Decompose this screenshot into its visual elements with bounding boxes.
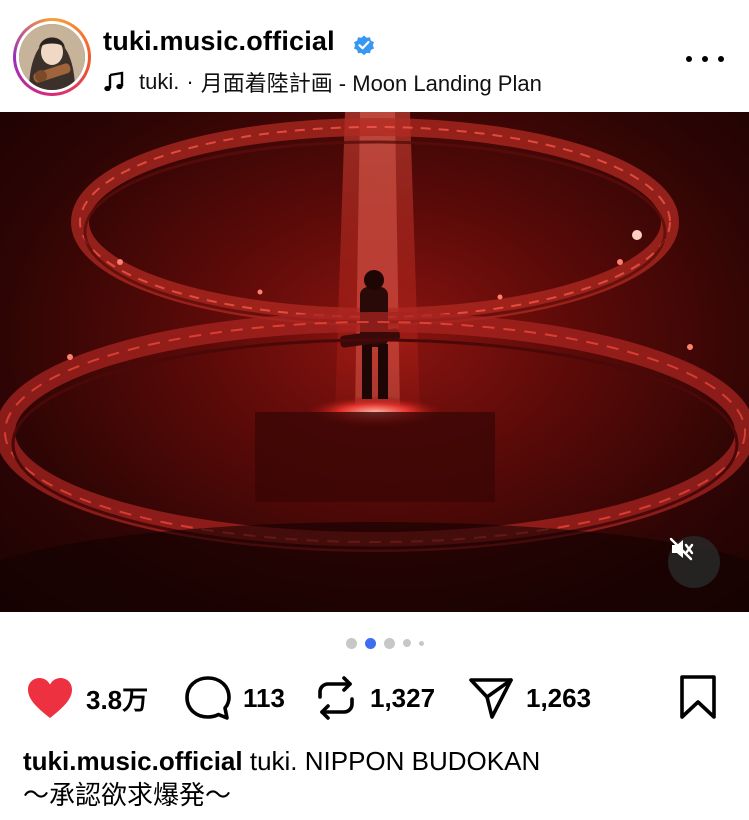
like-action: 3.8万 xyxy=(26,670,148,726)
story-ring[interactable] xyxy=(13,18,91,96)
heart-icon xyxy=(28,678,72,718)
share-count[interactable]: 1,263 xyxy=(526,683,591,714)
save-button[interactable] xyxy=(676,674,720,720)
post-caption: tuki.music.official tuki. NIPPON BUDOKAN… xyxy=(23,744,733,812)
caption-text-line1: tuki. NIPPON BUDOKAN xyxy=(249,746,541,776)
carousel-dot xyxy=(403,639,411,647)
post-header: tuki.music.official tuki. · 月面着陸計画 - Moo… xyxy=(0,0,749,112)
repost-icon xyxy=(318,676,354,720)
music-artist: tuki. xyxy=(139,69,180,94)
carousel-dot xyxy=(384,637,395,649)
music-separator: · xyxy=(186,69,194,94)
comment-count[interactable]: 113 xyxy=(243,683,285,714)
avatar[interactable] xyxy=(19,24,85,90)
comment-action: 113 xyxy=(185,670,285,726)
music-title: 月面着陸計画 - Moon Landing Plan xyxy=(200,71,542,96)
carousel-indicator xyxy=(346,637,424,649)
caption-text-line2: 〜承認欲求爆発〜 xyxy=(23,780,232,810)
repost-count[interactable]: 1,327 xyxy=(370,683,435,714)
carousel-dot xyxy=(419,640,424,646)
repost-button[interactable] xyxy=(314,675,358,721)
more-options-button[interactable] xyxy=(686,44,724,74)
sound-off-icon xyxy=(669,537,694,561)
post-media[interactable] xyxy=(0,112,749,612)
like-count[interactable]: 3.8万 xyxy=(86,680,148,717)
avatar-illustration-icon xyxy=(19,24,85,90)
comment-bubble-icon xyxy=(185,676,231,720)
concert-stage-image xyxy=(0,112,749,612)
share-action: 1,263 xyxy=(468,670,591,726)
more-options-icon xyxy=(686,56,692,62)
comment-button[interactable] xyxy=(185,675,231,721)
post-actions: 3.8万 113 1,327 1,263 xyxy=(0,670,749,726)
share-button[interactable] xyxy=(468,675,514,721)
caption-username[interactable]: tuki.music.official xyxy=(23,746,243,776)
music-note-icon xyxy=(104,71,124,92)
bookmark-icon xyxy=(680,675,716,719)
carousel-dot-active xyxy=(365,637,376,649)
like-button[interactable] xyxy=(26,676,74,720)
send-icon xyxy=(469,678,513,719)
carousel-dot xyxy=(346,637,357,649)
music-attribution[interactable]: tuki. · 月面着陸計画 - Moon Landing Plan xyxy=(103,66,542,98)
verified-badge-icon xyxy=(354,35,374,56)
username-link[interactable]: tuki.music.official xyxy=(103,26,335,57)
repost-action: 1,327 xyxy=(314,670,435,726)
mute-toggle-button[interactable] xyxy=(668,536,720,588)
